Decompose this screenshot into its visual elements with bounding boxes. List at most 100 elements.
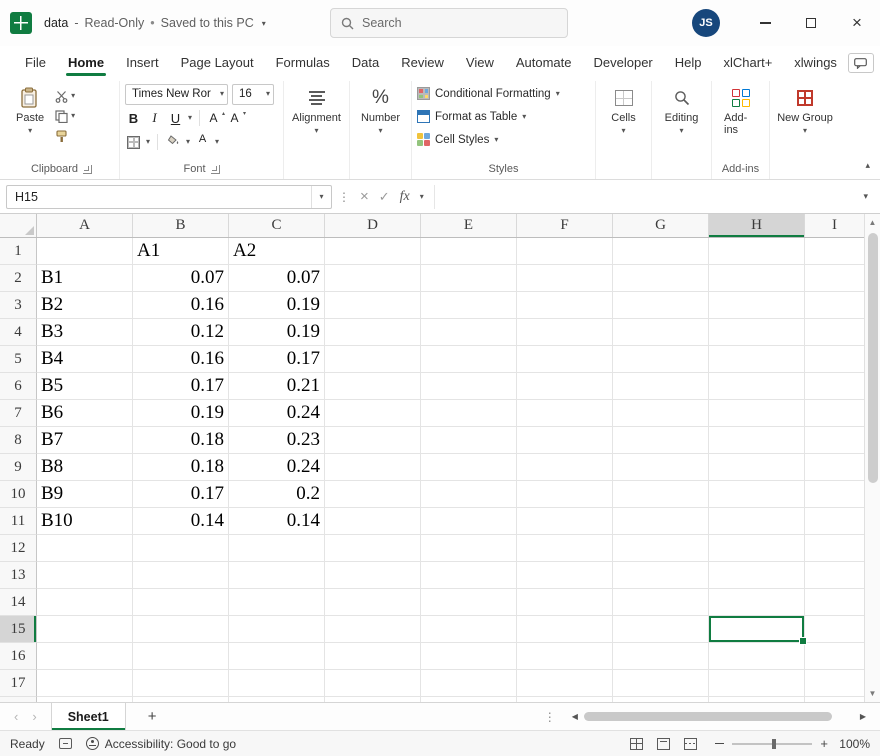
minimize-button[interactable]	[742, 0, 788, 46]
cell-I1[interactable]	[805, 238, 864, 265]
underline-button[interactable]: U	[167, 109, 184, 128]
row-header-4[interactable]: 4	[0, 319, 37, 346]
zoom-level[interactable]: 100%	[836, 737, 870, 751]
cell-I3[interactable]	[805, 292, 864, 319]
tab-formulas[interactable]: Formulas	[265, 49, 341, 78]
tab-xlchart-[interactable]: xlChart+	[713, 49, 784, 78]
cell-G11[interactable]	[613, 508, 709, 535]
scroll-up-arrow[interactable]: ▲	[869, 214, 877, 231]
cell-H1[interactable]	[709, 238, 805, 265]
cell-I10[interactable]	[805, 481, 864, 508]
cell-A6[interactable]: B5	[37, 373, 133, 400]
cell-E11[interactable]	[421, 508, 517, 535]
fill-color-button[interactable]	[165, 133, 182, 152]
cell-E7[interactable]	[421, 400, 517, 427]
cell-C10[interactable]: 0.2	[229, 481, 325, 508]
accessibility-status[interactable]: Accessibility: Good to go	[86, 737, 236, 751]
cell-D17[interactable]	[325, 670, 421, 697]
cell-A15[interactable]	[37, 616, 133, 643]
tab-insert[interactable]: Insert	[115, 49, 170, 78]
cell-B12[interactable]	[133, 535, 229, 562]
cell-E2[interactable]	[421, 265, 517, 292]
column-header-B[interactable]: B	[133, 214, 229, 237]
row-header-17[interactable]: 17	[0, 670, 37, 697]
cell-H15[interactable]	[709, 616, 805, 643]
cell-B17[interactable]	[133, 670, 229, 697]
cell-F8[interactable]	[517, 427, 613, 454]
decrease-font-button[interactable]: A▾	[228, 109, 245, 128]
alignment-button[interactable]: Alignment ▾	[289, 82, 344, 137]
column-header-F[interactable]: F	[517, 214, 613, 237]
cell-G9[interactable]	[613, 454, 709, 481]
cell-C4[interactable]: 0.19	[229, 319, 325, 346]
cell-C14[interactable]	[229, 589, 325, 616]
cell-A2[interactable]: B1	[37, 265, 133, 292]
cell-C3[interactable]: 0.19	[229, 292, 325, 319]
cell-E16[interactable]	[421, 643, 517, 670]
font-color-button[interactable]: A	[194, 133, 211, 152]
cell-A3[interactable]: B2	[37, 292, 133, 319]
cell-F13[interactable]	[517, 562, 613, 589]
column-header-A[interactable]: A	[37, 214, 133, 237]
cell-A9[interactable]: B8	[37, 454, 133, 481]
formula-input[interactable]	[434, 185, 852, 209]
cell-C11[interactable]: 0.14	[229, 508, 325, 535]
tab-view[interactable]: View	[455, 49, 505, 78]
cell-C16[interactable]	[229, 643, 325, 670]
cell-B5[interactable]: 0.16	[133, 346, 229, 373]
cell-B1[interactable]: A1	[133, 238, 229, 265]
cell-E15[interactable]	[421, 616, 517, 643]
cell-C8[interactable]: 0.23	[229, 427, 325, 454]
cell-F17[interactable]	[517, 670, 613, 697]
cell-I13[interactable]	[805, 562, 864, 589]
cell-A8[interactable]: B7	[37, 427, 133, 454]
clipboard-dialog-launcher[interactable]	[83, 165, 92, 174]
copy-button[interactable]: ▾	[55, 108, 75, 124]
font-dialog-launcher[interactable]	[211, 165, 220, 174]
cell-C9[interactable]: 0.24	[229, 454, 325, 481]
conditional-formatting-button[interactable]: Conditional Formatting ▾	[417, 82, 590, 105]
name-box[interactable]: H15 ▾	[6, 185, 332, 209]
vertical-scrollbar[interactable]: ▲ ▼	[864, 214, 880, 702]
cell-D8[interactable]	[325, 427, 421, 454]
cell-D3[interactable]	[325, 292, 421, 319]
cell-A12[interactable]	[37, 535, 133, 562]
document-title[interactable]: data - Read-Only • Saved to this PC ▾	[44, 16, 266, 30]
cell-I5[interactable]	[805, 346, 864, 373]
cell-B15[interactable]	[133, 616, 229, 643]
cell-B16[interactable]	[133, 643, 229, 670]
cell-E9[interactable]	[421, 454, 517, 481]
cell-I15[interactable]	[805, 616, 864, 643]
page-layout-view-button[interactable]	[657, 738, 670, 750]
cell-G8[interactable]	[613, 427, 709, 454]
column-header-H[interactable]: H	[709, 214, 805, 237]
cell-B6[interactable]: 0.17	[133, 373, 229, 400]
cell-C7[interactable]: 0.24	[229, 400, 325, 427]
cell-D15[interactable]	[325, 616, 421, 643]
cell-A1[interactable]	[37, 238, 133, 265]
cut-button[interactable]: ▾	[55, 88, 75, 104]
cell-G7[interactable]	[613, 400, 709, 427]
scroll-right-arrow[interactable]: ▶	[860, 712, 866, 721]
search-input[interactable]: Search	[330, 8, 568, 38]
enter-button[interactable]: ✓	[379, 189, 390, 205]
cell-G2[interactable]	[613, 265, 709, 292]
row-header-7[interactable]: 7	[0, 400, 37, 427]
horizontal-scroll-thumb[interactable]	[584, 712, 832, 721]
select-all-button[interactable]	[0, 214, 37, 237]
cell-G10[interactable]	[613, 481, 709, 508]
cell-D1[interactable]	[325, 238, 421, 265]
cell-C15[interactable]	[229, 616, 325, 643]
row-header-5[interactable]: 5	[0, 346, 37, 373]
cell-G4[interactable]	[613, 319, 709, 346]
cell-B9[interactable]: 0.18	[133, 454, 229, 481]
cell-G16[interactable]	[613, 643, 709, 670]
row-header-16[interactable]: 16	[0, 643, 37, 670]
zoom-slider-thumb[interactable]	[772, 739, 776, 749]
cell-F2[interactable]	[517, 265, 613, 292]
cell-E13[interactable]	[421, 562, 517, 589]
row-header-9[interactable]: 9	[0, 454, 37, 481]
cell-H2[interactable]	[709, 265, 805, 292]
cell-A17[interactable]	[37, 670, 133, 697]
column-header-G[interactable]: G	[613, 214, 709, 237]
